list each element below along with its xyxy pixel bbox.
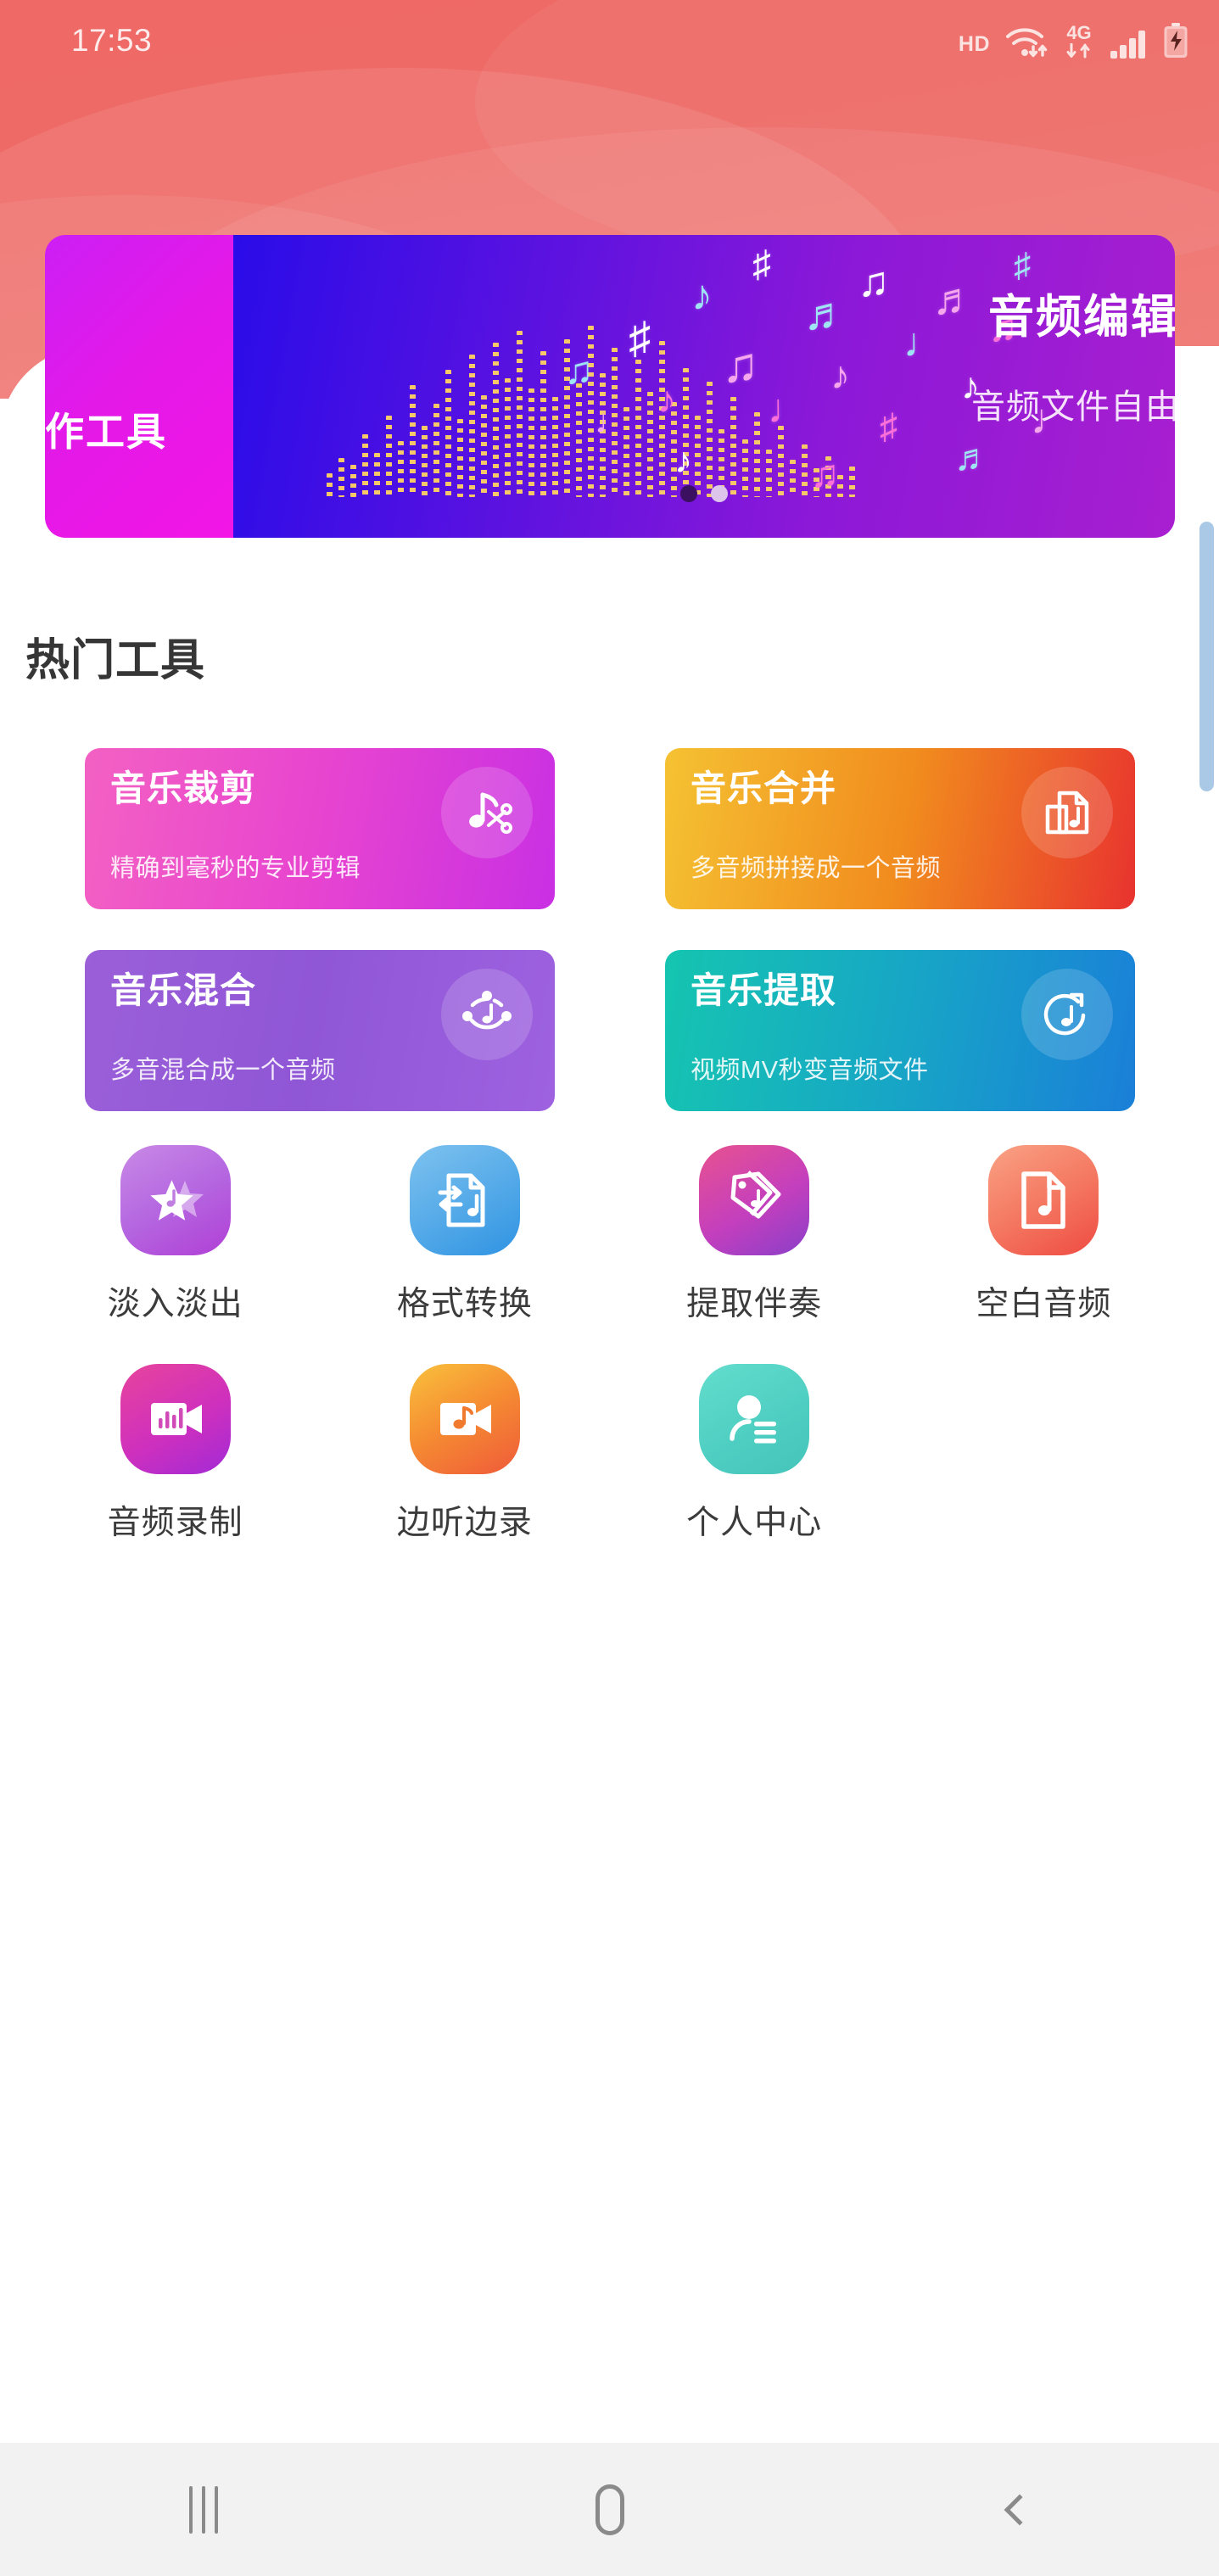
tool-card-music-extract[interactable]: 音乐提取 视频MV秒变音频文件 <box>665 950 1135 1111</box>
section-title-popular-tools: 热门工具 <box>25 636 206 685</box>
file-music-icon <box>988 1145 1099 1255</box>
tool-card-music-merge[interactable]: 音乐合并 多音频拼接成一个音频 <box>665 748 1135 909</box>
quick-tool-label: 个人中心 <box>686 1505 823 1541</box>
carousel-dots[interactable] <box>680 485 728 502</box>
quick-tools-grid: 淡入淡出 格式转换 提取伴奏 空白音频 音频录制 边听边录 个人中心 <box>31 1145 1188 1544</box>
merge-files-music-icon <box>1021 767 1113 858</box>
music-scissors-icon <box>441 767 533 858</box>
status-icons: HD 4G <box>959 23 1188 59</box>
quick-tool-extract-accompaniment[interactable]: 提取伴奏 <box>610 1145 899 1325</box>
quick-tool-format-convert[interactable]: 格式转换 <box>320 1145 609 1325</box>
tool-card-subtitle: 多音混合成一个音频 <box>110 1057 336 1084</box>
mix-share-music-icon <box>441 969 533 1060</box>
record-music-icon <box>409 1364 520 1474</box>
carousel-dot-active[interactable] <box>680 485 697 502</box>
music-notes-decoration: ♫ ♩ ♯ ♪ ♪ ♫ ♯ ♩ ♬ ♪ ♫ ♯ ♩ ♬ ♪ ♫ ♯ ♩ ♪ ♫ <box>564 243 1073 495</box>
carousel-dot-inactive[interactable] <box>711 485 728 502</box>
quick-tool-label: 音频录制 <box>107 1505 243 1541</box>
vertical-scrollbar[interactable] <box>1199 522 1214 791</box>
battery-charging-icon <box>1164 23 1188 58</box>
quick-tool-listen-record[interactable]: 边听边录 <box>320 1364 609 1544</box>
recents-button[interactable] <box>119 2443 288 2576</box>
tool-card-subtitle: 精确到毫秒的专业剪辑 <box>110 855 361 882</box>
quick-tool-audio-record[interactable]: 音频录制 <box>31 1364 320 1544</box>
quick-tool-label: 边听边录 <box>396 1505 533 1541</box>
banner-carousel[interactable]: 创作工具 ♫ <box>45 235 1175 538</box>
quick-tool-label: 淡入淡出 <box>107 1286 243 1322</box>
network-type-label: 4G <box>1066 22 1092 43</box>
record-bars-icon <box>120 1364 231 1474</box>
banner-slide-current[interactable]: ♫ ♩ ♯ ♪ ♪ ♫ ♯ ♩ ♬ ♪ ♫ ♯ ♩ ♬ ♪ ♫ ♯ ♩ ♪ ♫ <box>233 235 1175 538</box>
tool-card-subtitle: 多音频拼接成一个音频 <box>691 855 942 882</box>
status-clock: 17:53 <box>71 23 153 58</box>
file-convert-icon <box>409 1145 520 1255</box>
banner-slide-previous[interactable]: 创作工具 <box>45 235 233 538</box>
tool-card-music-mix[interactable]: 音乐混合 多音混合成一个音频 <box>85 950 555 1111</box>
quick-tool-personal-center[interactable]: 个人中心 <box>610 1364 899 1544</box>
status-bar: 17:53 HD 4G <box>0 0 1219 81</box>
banner-title: 音频编辑器 <box>988 292 1175 343</box>
back-button[interactable] <box>931 2443 1101 2576</box>
user-profile-icon <box>699 1364 810 1474</box>
banner-previous-title: 创作工具 <box>45 410 167 454</box>
back-chevron-icon <box>1004 2494 1035 2525</box>
quick-tool-label: 空白音频 <box>976 1286 1112 1322</box>
wifi-icon <box>1004 25 1048 59</box>
recents-icon <box>188 2485 218 2534</box>
mobile-data-icon: 4G <box>1063 24 1095 59</box>
signal-bars-icon <box>1110 31 1145 59</box>
quick-tool-fade-in-out[interactable]: 淡入淡出 <box>31 1145 320 1325</box>
tool-card-music-trim[interactable]: 音乐裁剪 精确到毫秒的专业剪辑 <box>85 748 555 909</box>
banner-subtitle: 音频文件自由编辑 <box>971 388 1175 426</box>
android-navigation-bar <box>0 2443 1219 2576</box>
hd-icon: HD <box>958 32 990 56</box>
quick-tool-label: 格式转换 <box>396 1286 533 1322</box>
home-button[interactable] <box>525 2443 695 2576</box>
extract-music-arrow-icon <box>1021 969 1113 1060</box>
quick-tool-label: 提取伴奏 <box>686 1286 823 1322</box>
tool-card-subtitle: 视频MV秒变音频文件 <box>691 1057 929 1084</box>
tag-music-icon <box>699 1145 810 1255</box>
star-music-icon <box>120 1145 231 1255</box>
app-root: 17:53 HD 4G 作工具 ♫ ♩ ♯ ♪ ♪ ♫ ♯ ♩ ♬ ♪ ♫ ♯ … <box>0 0 1219 2576</box>
tool-cards-grid: 音乐裁剪 精确到毫秒的专业剪辑 音乐合并 多音频拼接成一个音频 音乐混合 多音混… <box>85 748 1145 1111</box>
home-icon <box>595 2484 624 2535</box>
quick-tool-blank-audio[interactable]: 空白音频 <box>899 1145 1188 1325</box>
